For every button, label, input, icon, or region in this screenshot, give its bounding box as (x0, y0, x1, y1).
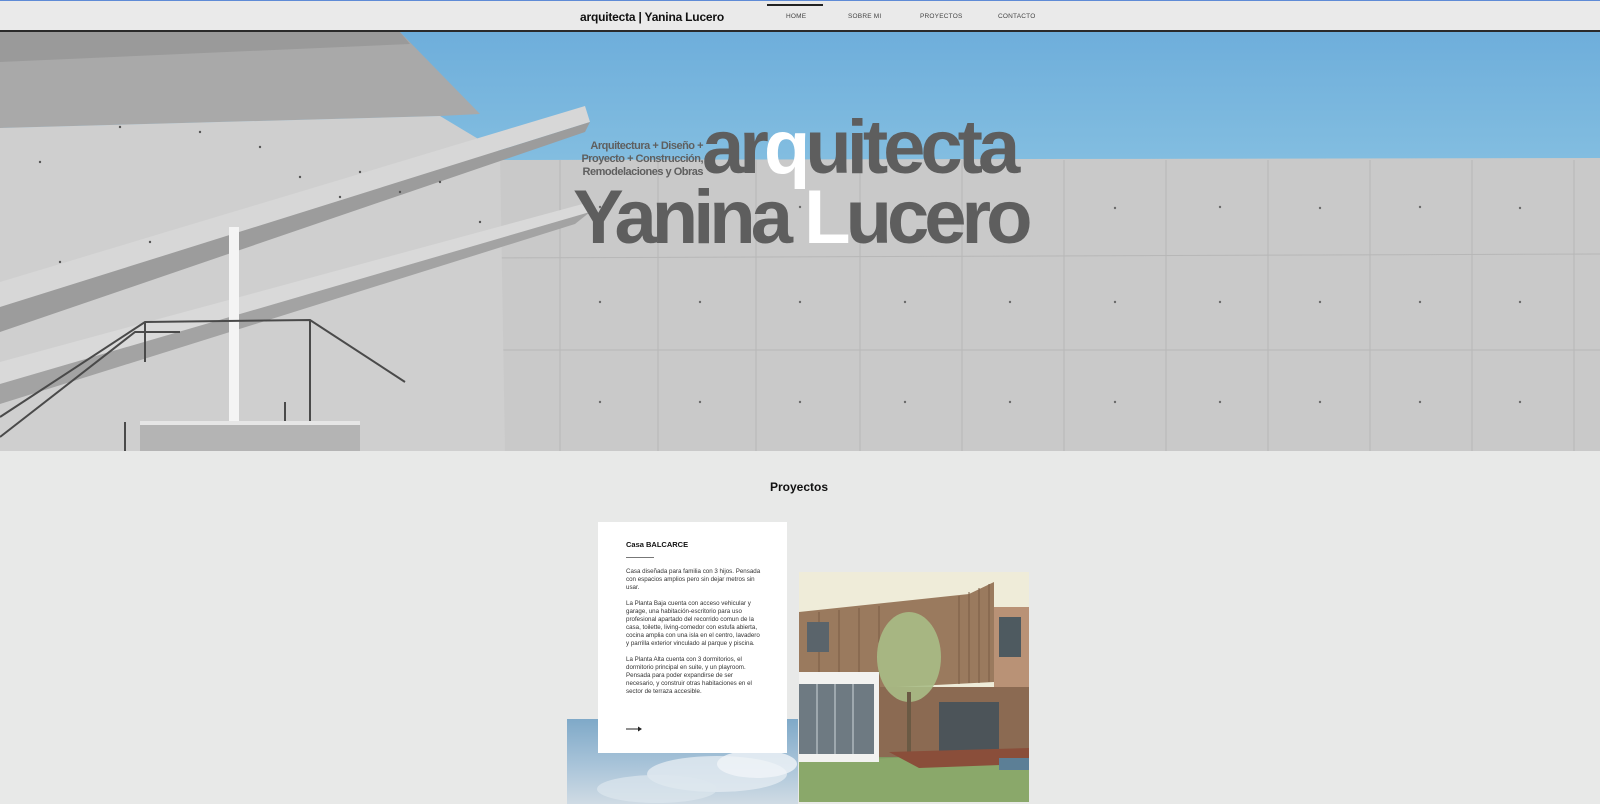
nav-proyectos[interactable]: PROYECTOS (920, 13, 963, 20)
nav-home[interactable]: HOME (786, 13, 806, 20)
project-card-divider (626, 557, 654, 558)
project-card-paragraph-4: Pensada para poder expandirse de ser nec… (626, 672, 752, 695)
hero-title-accent-l: L (804, 175, 850, 260)
hero-title-yanina: Yanina (573, 175, 805, 260)
nav-contacto[interactable]: CONTACTO (998, 13, 1035, 20)
project-card-balcarce: Casa BALCARCE Casa diseñada para familia… (598, 522, 787, 753)
project-house-image[interactable] (799, 572, 1029, 802)
nav-active-indicator (767, 4, 823, 6)
hero-banner: Arquitectura + Diseño + Proyecto + Const… (0, 32, 1600, 451)
project-card-paragraph-2: La Planta Baja cuenta con acceso vehicul… (626, 600, 760, 647)
arrow-right-icon[interactable] (626, 726, 642, 732)
site-header: arquitecta | Yanina Lucero HOME SOBRE MI… (0, 1, 1600, 32)
hero-title-yanina-lucero: Yanina Lucero (573, 180, 1033, 256)
hero-tagline: Arquitectura + Diseño + Proyecto + Const… (575, 140, 703, 179)
nav-sobre-mi[interactable]: SOBRE MI (848, 13, 881, 20)
project-card-title[interactable]: Casa BALCARCE (626, 540, 688, 549)
project-card-paragraph-1: Casa diseñada para familia con 3 hijos. … (626, 568, 761, 591)
hero-title-ucero: ucero (845, 175, 1033, 260)
site-brand[interactable]: arquitecta | Yanina Lucero (580, 10, 724, 24)
hero-tagline-line1: Arquitectura + Diseño + (590, 140, 703, 152)
project-card-paragraph-3: La Planta Alta cuenta con 3 dormitorios,… (626, 656, 746, 671)
project-card-description: Casa diseñada para familia con 3 hijos. … (626, 568, 762, 696)
house-render-illustration (799, 572, 1029, 802)
hero-tagline-line2: Proyecto + Construcción, (581, 153, 703, 165)
projects-section-title: Proyectos (770, 480, 829, 494)
